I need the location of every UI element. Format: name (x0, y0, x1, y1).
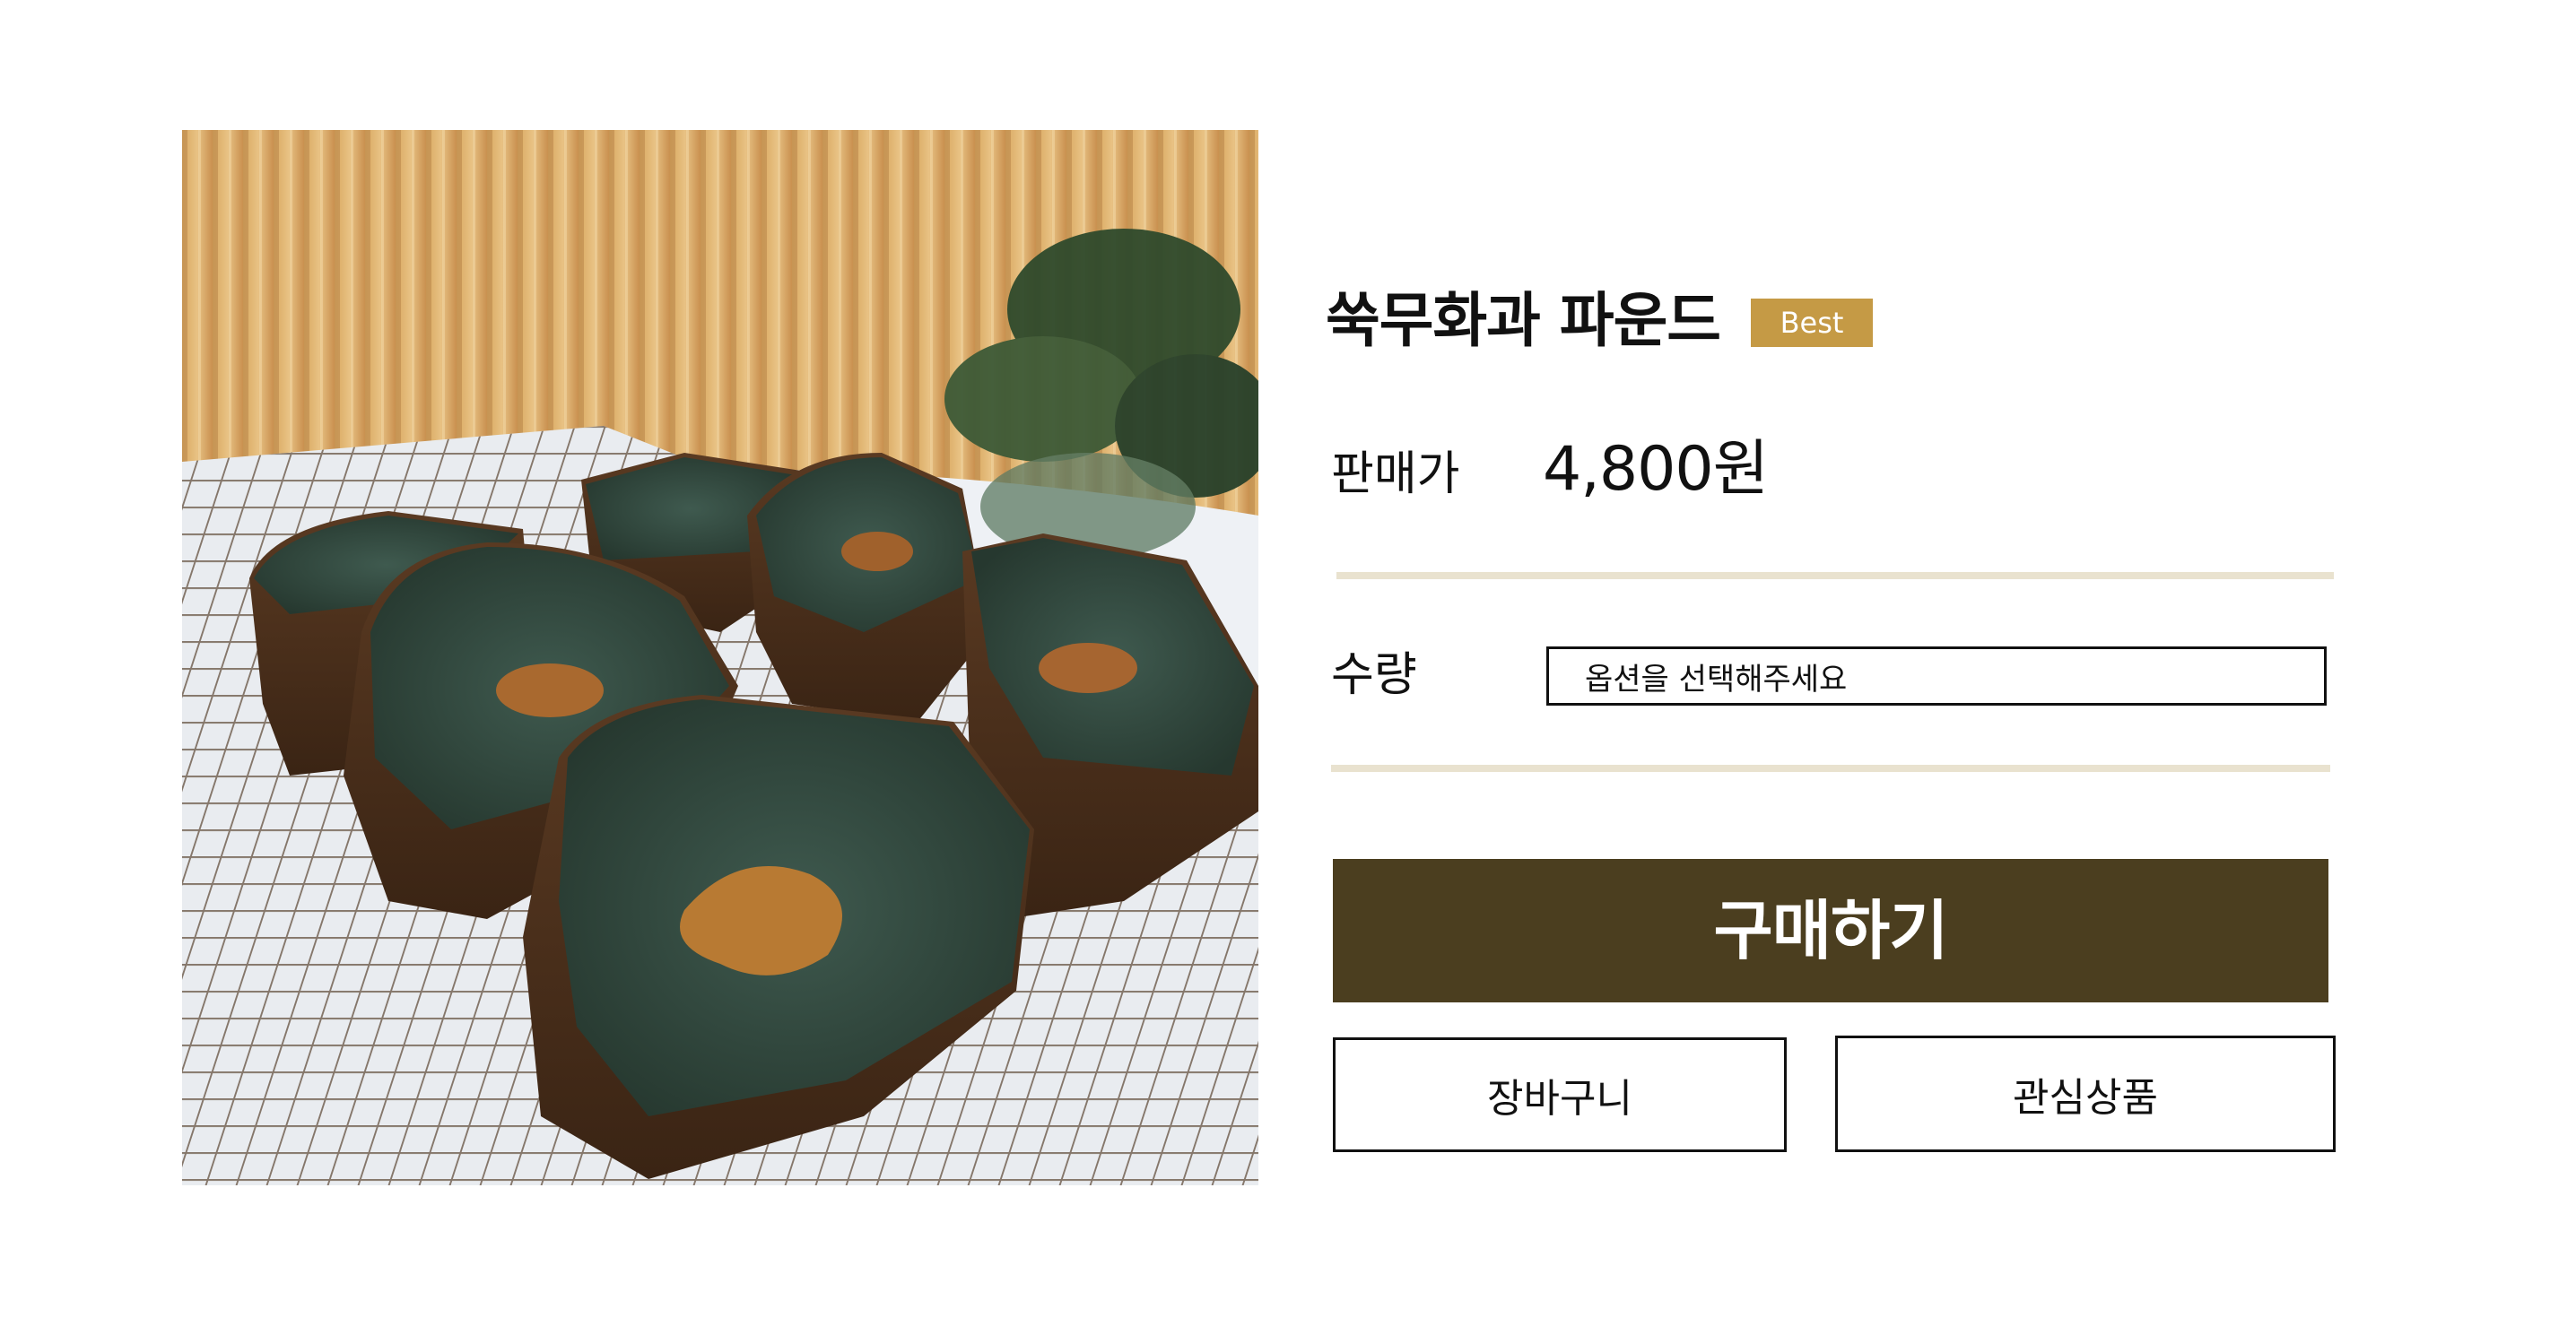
wishlist-button[interactable]: 관심상품 (1835, 1036, 2336, 1152)
option-select-value: 옵션을 선택해주세요 (1585, 661, 1848, 698)
quantity-label: 수량 (1331, 648, 1417, 702)
product-title: 쑥무화과 파운드 (1326, 286, 1721, 355)
option-select[interactable]: 옵션을 선택해주세요 (1546, 646, 2327, 706)
best-badge: Best (1751, 299, 1874, 347)
price-value: 4,800원 (1543, 434, 1769, 505)
product-title-row: 쑥무화과 파운드 Best (1326, 285, 1874, 357)
wishlist-button-label: 관심상품 (2013, 1075, 2158, 1121)
cart-button[interactable]: 장바구니 (1333, 1037, 1787, 1152)
divider (1336, 572, 2334, 579)
price-label: 판매가 (1331, 447, 1460, 501)
buy-button[interactable]: 구매하기 (1333, 859, 2328, 1002)
divider (1331, 765, 2330, 772)
product-image (182, 130, 1258, 1185)
cart-button-label: 장바구니 (1487, 1076, 1632, 1122)
